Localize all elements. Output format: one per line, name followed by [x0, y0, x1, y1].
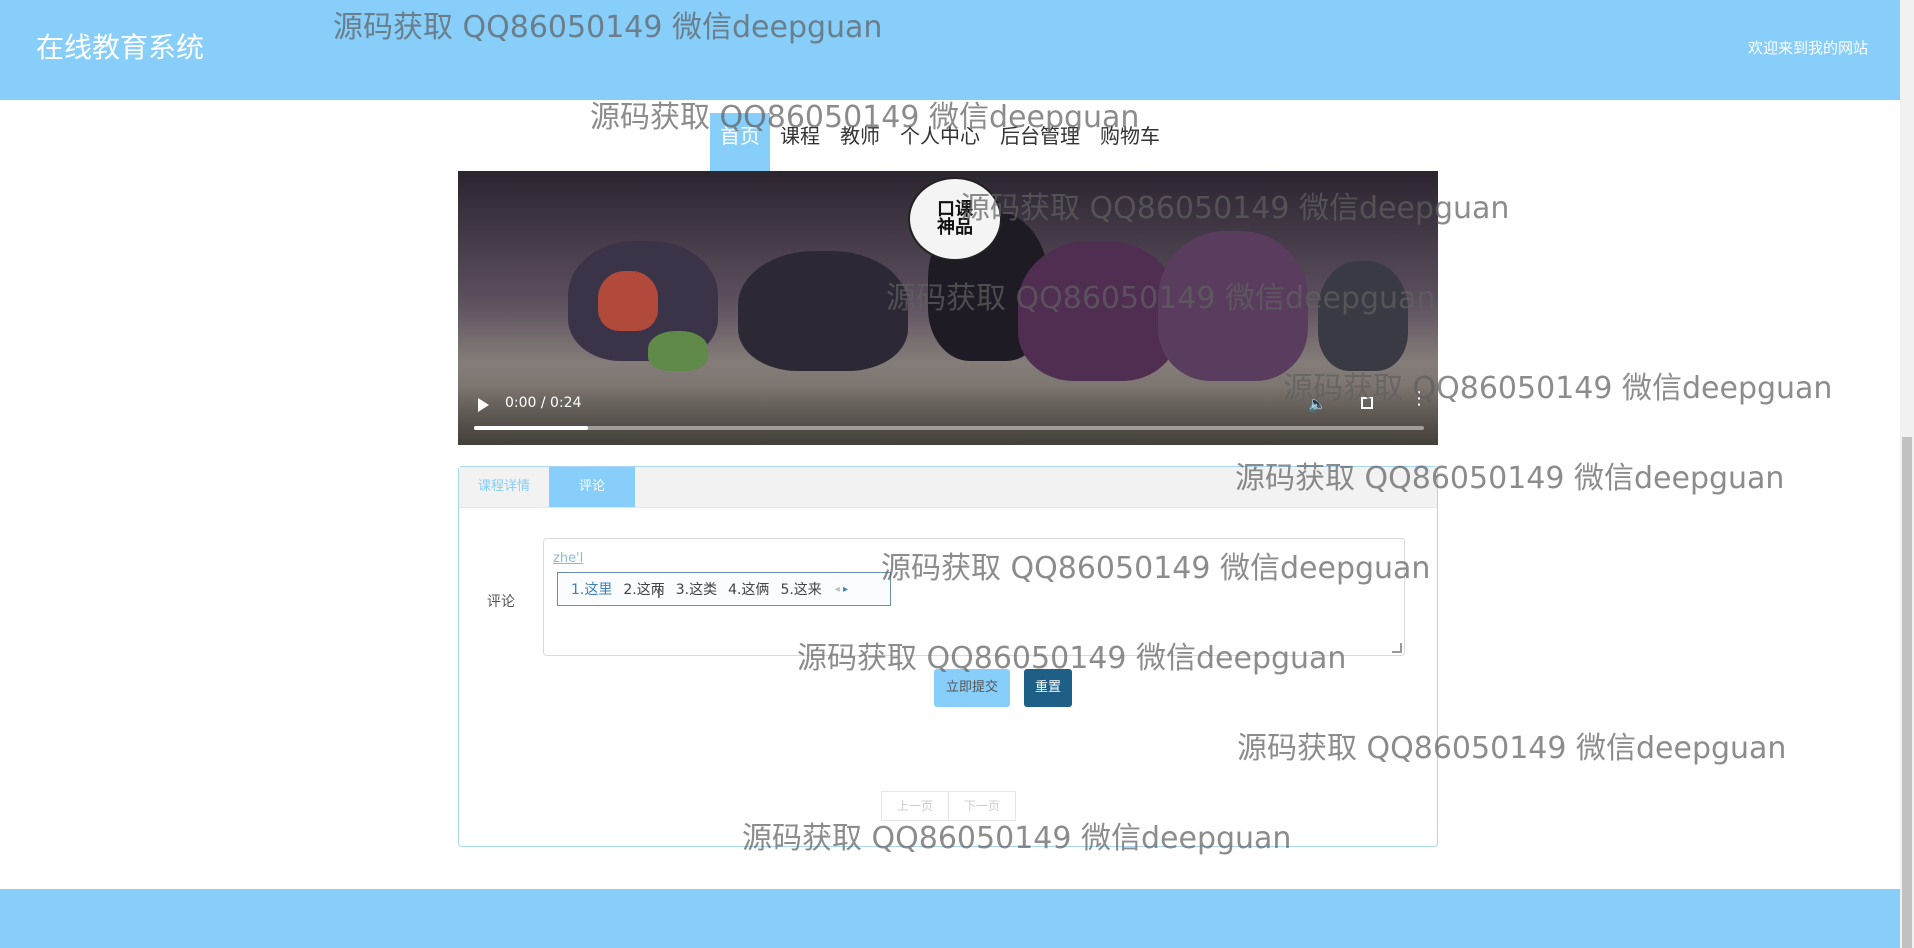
video-progress-bar[interactable]: [474, 426, 1424, 430]
reset-button[interactable]: 重置: [1024, 669, 1072, 707]
video-logo-text: 口课 神品: [937, 199, 973, 238]
course-tabs-panel: 课程详情 评论 评论 zhe'l 1.这里 2.这两 3.这类 4.这俩 5.这…: [458, 466, 1438, 847]
page-scrollbar[interactable]: [1900, 0, 1914, 948]
ime-candidate[interactable]: 1.这里: [571, 579, 612, 599]
more-options-icon[interactable]: ⋮: [1410, 390, 1428, 408]
video-progress-fill: [474, 426, 588, 430]
nav-item-home[interactable]: 首页: [710, 113, 770, 171]
video-figure: [648, 331, 708, 371]
nav-item-teachers[interactable]: 教师: [830, 113, 890, 171]
ime-candidate-box: 1.这里 2.这两 3.这类 4.这俩 5.这来 ◂ ▸: [557, 572, 891, 606]
scrollbar-thumb[interactable]: [1902, 437, 1912, 948]
main-nav: 首页 课程 教师 个人中心 后台管理 购物车: [710, 113, 1170, 171]
nav-item-cart[interactable]: 购物车: [1090, 113, 1170, 171]
video-figure: [1318, 261, 1408, 371]
video-figure: [1158, 231, 1308, 381]
comment-input-text: zhe'l: [553, 551, 584, 566]
ime-candidate[interactable]: 4.这俩: [728, 579, 769, 599]
comment-label: 评论: [487, 594, 515, 610]
ime-candidate[interactable]: 3.这类: [676, 579, 717, 599]
ime-candidate[interactable]: 5.这来: [780, 579, 821, 599]
tab-course-details[interactable]: 课程详情: [459, 467, 549, 507]
resize-handle-icon[interactable]: [1392, 643, 1402, 653]
submit-button[interactable]: 立即提交: [934, 669, 1010, 707]
site-header: 在线教育系统 欢迎来到我的网站: [0, 0, 1900, 100]
nav-item-courses[interactable]: 课程: [770, 113, 830, 171]
video-figure: [738, 251, 908, 371]
video-controls: 0:00 / 0:24 🔈 ⋮: [458, 385, 1438, 445]
course-video-player[interactable]: 口课 神品 0:00 / 0:24 🔈 ⋮: [458, 171, 1438, 445]
tab-comments[interactable]: 评论: [549, 467, 636, 507]
video-figure: [1018, 241, 1178, 381]
play-icon[interactable]: [478, 398, 489, 412]
nav-item-personal-center[interactable]: 个人中心: [890, 113, 990, 171]
prev-page-button[interactable]: 上一页: [881, 791, 950, 821]
text-cursor-icon: I: [657, 587, 661, 602]
video-figure: [598, 271, 658, 331]
comment-textarea[interactable]: zhe'l 1.这里 2.这两 3.这类 4.这俩 5.这来 ◂ ▸ I: [543, 538, 1405, 656]
fullscreen-icon[interactable]: [1361, 397, 1373, 409]
pagination: 上一页 下一页: [881, 791, 1017, 821]
video-time: 0:00 / 0:24: [505, 395, 582, 411]
volume-icon[interactable]: 🔈: [1308, 395, 1327, 413]
nav-item-admin[interactable]: 后台管理: [990, 113, 1090, 171]
next-page-button[interactable]: 下一页: [949, 791, 1017, 821]
video-logo-badge: 口课 神品: [908, 177, 1002, 261]
site-title[interactable]: 在线教育系统: [36, 26, 204, 66]
ime-page-arrows-icon[interactable]: ◂ ▸: [835, 584, 848, 595]
site-footer: [0, 889, 1900, 948]
tab-bar: 课程详情 评论: [459, 467, 1437, 508]
welcome-text: 欢迎来到我的网站: [1747, 39, 1868, 57]
